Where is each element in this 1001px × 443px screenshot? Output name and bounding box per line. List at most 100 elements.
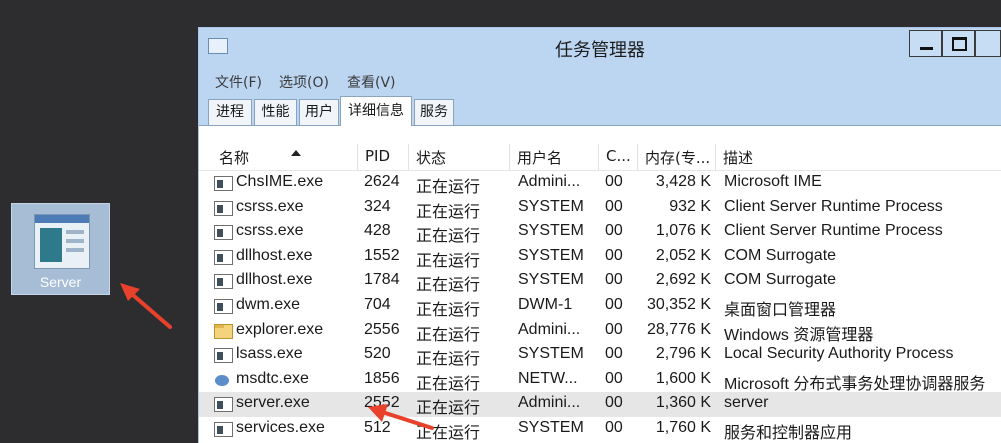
cell-status: 正在运行 — [416, 425, 481, 442]
cell-name: dllhost.exe — [236, 271, 313, 289]
cell-mem: 28,776 K — [646, 320, 711, 338]
cell-user: Admini... — [518, 320, 581, 338]
cell-pid: 2556 — [364, 320, 400, 338]
cell-cpu: 00 — [605, 369, 623, 387]
cell-pid: 428 — [364, 222, 391, 240]
cell-cpu: 00 — [605, 419, 623, 436]
table-row[interactable]: csrss.exe 428 正在运行 SYSTEM 00 1,076 K Client Se… — [199, 220, 1001, 245]
cell-status: 正在运行 — [416, 400, 481, 418]
app-window-icon — [214, 274, 233, 290]
cell-user: Admini... — [518, 394, 581, 412]
app-window-icon — [214, 176, 233, 191]
app-window-icon — [214, 397, 233, 413]
table-row[interactable]: dwm.exe 704 正在运行 DWM-1 00 30,352 K 桌面窗口管理器 — [199, 294, 1001, 319]
table-row[interactable]: explorer.exe 2556 正在运行 Admini... 00 28,776 K W… — [199, 319, 1001, 344]
menu-file[interactable]: 文件(F) — [215, 72, 262, 92]
menu-view[interactable]: 查看(V) — [347, 72, 396, 92]
menu-bar: 文件(F) 选项(O) 查看(V) — [199, 65, 1001, 95]
cell-cpu: 00 — [605, 271, 623, 289]
app-window-icon — [214, 299, 233, 314]
tab-services[interactable]: 服务 — [414, 99, 454, 125]
cell-name: dwm.exe — [236, 296, 301, 313]
cell-cpu: 00 — [605, 394, 623, 412]
cell-mem: 2,692 K — [655, 271, 711, 289]
cell-desc: Client Server Runtime Process — [724, 222, 943, 240]
cell-mem: 2,052 K — [655, 246, 711, 264]
maximize-button[interactable] — [942, 30, 975, 57]
cell-mem: 932 K — [669, 197, 711, 215]
cell-mem: 2,796 K — [655, 345, 711, 363]
gear-icon — [214, 373, 233, 388]
table-row[interactable]: ChsIME.exe 2624 正在运行 Admini... 00 3,428 K Micr… — [199, 171, 1001, 196]
cell-pid: 704 — [364, 296, 391, 313]
table-row[interactable]: server.exe 2552 正在运行 Admini... 00 1,360 K serv… — [199, 392, 1001, 417]
table-row[interactable]: lsass.exe 520 正在运行 SYSTEM 00 2,796 K Local Sec… — [199, 343, 1001, 368]
tab-users[interactable]: 用户 — [299, 99, 339, 125]
cell-user: DWM-1 — [518, 296, 573, 313]
cell-pid: 512 — [364, 419, 391, 436]
cell-pid: 324 — [364, 197, 391, 215]
app-window-icon — [214, 249, 233, 265]
cell-desc: Windows 资源管理器 — [724, 326, 874, 344]
cell-user: SYSTEM — [518, 197, 584, 215]
close-button[interactable] — [975, 30, 1001, 57]
table-header: 名称 PID 状态 用户名 C... 内存(专... 描述 — [199, 144, 1001, 171]
cell-status: 正在运行 — [416, 302, 481, 319]
cell-name: server.exe — [236, 394, 310, 412]
column-header-memory[interactable]: 内存(专... — [637, 147, 715, 169]
cell-mem: 30,352 K — [646, 296, 711, 313]
cell-status: 正在运行 — [416, 252, 481, 270]
cell-desc: 服务和控制器应用 — [724, 425, 853, 442]
server-app-icon — [34, 214, 90, 269]
cell-desc: COM Surrogate — [724, 246, 837, 264]
title-bar[interactable]: 任务管理器 — [199, 28, 1001, 65]
cell-status: 正在运行 — [416, 179, 481, 196]
cell-mem: 1,760 K — [655, 419, 711, 436]
cell-user: SYSTEM — [518, 246, 584, 264]
cell-desc: COM Surrogate — [724, 271, 837, 289]
column-header-cpu[interactable]: C... — [598, 147, 637, 169]
table-row[interactable]: dllhost.exe 1552 正在运行 SYSTEM 00 2,052 K COM Su… — [199, 245, 1001, 270]
column-header-pid[interactable]: PID — [357, 147, 408, 169]
cell-user: Admini... — [518, 173, 581, 190]
cell-status: 正在运行 — [416, 203, 481, 221]
column-header-status[interactable]: 状态 — [408, 147, 509, 169]
table-row[interactable]: csrss.exe 324 正在运行 SYSTEM 00 932 K Client Serv… — [199, 196, 1001, 221]
details-table: 名称 PID 状态 用户名 C... 内存(专... 描述 ChsIME.exe… — [199, 126, 1001, 443]
cell-desc: Local Security Authority Process — [724, 345, 954, 363]
sort-ascending-icon — [291, 150, 301, 156]
tab-details[interactable]: 详细信息 — [340, 96, 412, 126]
menu-options[interactable]: 选项(O) — [279, 72, 329, 92]
tab-performance[interactable]: 性能 — [254, 99, 297, 125]
table-row[interactable]: services.exe 512 正在运行 SYSTEM 00 1,760 K 服务和控制器… — [199, 417, 1001, 442]
cell-desc: 桌面窗口管理器 — [724, 302, 837, 319]
minimize-button[interactable] — [909, 30, 942, 57]
server-desktop-shortcut[interactable]: Server — [11, 203, 110, 295]
cell-name: explorer.exe — [236, 320, 324, 338]
cell-cpu: 00 — [605, 296, 623, 313]
column-header-name[interactable]: 名称 — [211, 147, 351, 169]
cell-mem: 3,428 K — [655, 173, 711, 190]
table-row[interactable]: msdtc.exe 1856 正在运行 NETW... 00 1,600 K Microso… — [199, 368, 1001, 393]
cell-pid: 2552 — [364, 394, 400, 412]
cell-status: 正在运行 — [416, 277, 481, 295]
cell-cpu: 00 — [605, 222, 623, 240]
cell-user: SYSTEM — [518, 419, 584, 436]
cell-pid: 1784 — [364, 271, 400, 289]
column-header-description[interactable]: 描述 — [715, 147, 995, 169]
cell-status: 正在运行 — [416, 326, 481, 344]
app-window-icon — [214, 200, 233, 216]
cell-desc: Microsoft IME — [724, 173, 822, 190]
app-window-icon — [214, 348, 233, 364]
column-header-username[interactable]: 用户名 — [509, 147, 598, 169]
cell-pid: 1552 — [364, 246, 400, 264]
cell-status: 正在运行 — [416, 375, 481, 393]
cell-name: ChsIME.exe — [236, 173, 324, 190]
cell-name: dllhost.exe — [236, 246, 313, 264]
table-row[interactable]: dllhost.exe 1784 正在运行 SYSTEM 00 2,692 K COM Su… — [199, 269, 1001, 294]
cell-user: SYSTEM — [518, 222, 584, 240]
tab-processes[interactable]: 进程 — [208, 99, 252, 125]
cell-user: SYSTEM — [518, 271, 584, 289]
app-window-icon — [214, 422, 233, 437]
cell-cpu: 00 — [605, 173, 623, 190]
